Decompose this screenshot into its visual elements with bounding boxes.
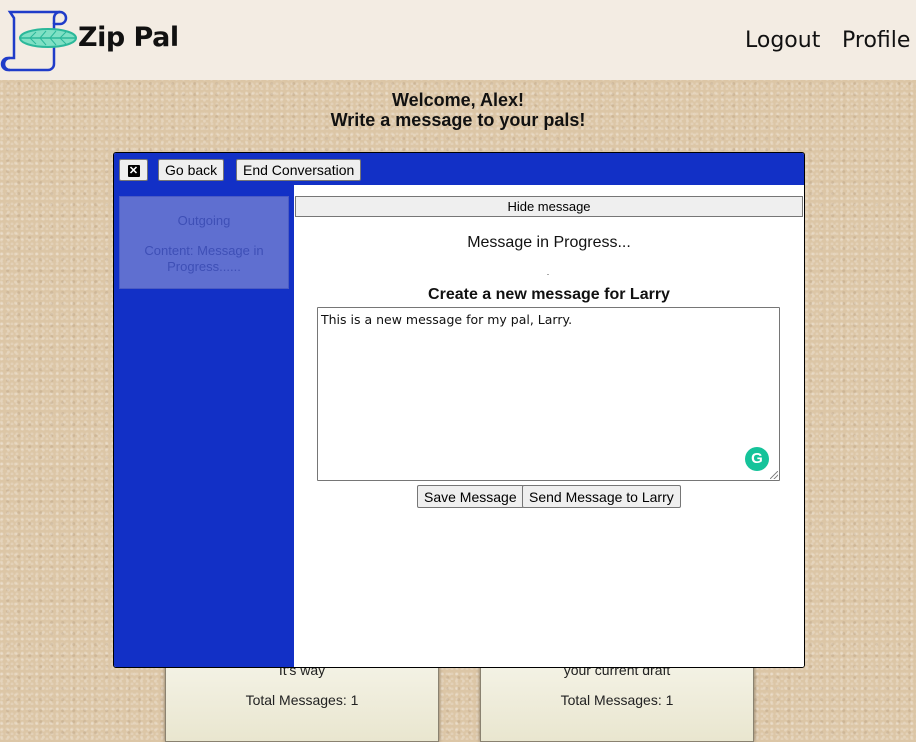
conversation-sidebar: Outgoing Content: Message in Progress...… [114, 185, 294, 667]
card-total-messages: Total Messages: 1 [245, 692, 359, 708]
welcome-subheading: Write a message to your pals! [330, 110, 586, 130]
send-message-button[interactable]: Send Message to Larry [522, 485, 681, 508]
message-preview: Content: Message in Progress...... [144, 243, 264, 274]
create-message-title: Create a new message for Larry [428, 286, 670, 303]
card-total-messages: Total Messages: 1 [560, 692, 674, 708]
divider-dot [547, 274, 549, 275]
welcome-heading: Welcome, Alex! [391, 90, 525, 110]
logout-link[interactable]: Logout [745, 28, 820, 53]
save-message-button[interactable]: Save Message [417, 485, 524, 508]
modal-toolbar: ✕ Go back End Conversation [114, 153, 804, 185]
end-conversation-button[interactable]: End Conversation [236, 159, 362, 181]
message-editor-panel: Hide message Message in Progress... Crea… [294, 185, 804, 667]
message-direction: Outgoing [177, 213, 231, 228]
message-textarea[interactable]: This is a new message for my pal, Larry. [317, 307, 780, 481]
message-status: Message in Progress... [467, 234, 631, 251]
profile-link[interactable]: Profile [842, 28, 910, 53]
top-nav-bar: Zip Pal Logout Profile [0, 0, 916, 80]
conversation-list-item[interactable]: Outgoing Content: Message in Progress...… [119, 196, 289, 289]
close-button[interactable]: ✕ [119, 159, 148, 181]
resize-handle-icon[interactable] [770, 471, 778, 479]
scroll-quill-logo-icon[interactable] [0, 4, 80, 76]
grammarly-icon[interactable]: G [745, 447, 769, 471]
close-icon: ✕ [127, 165, 140, 178]
go-back-button[interactable]: Go back [158, 159, 225, 181]
hide-message-button[interactable]: Hide message [295, 196, 803, 217]
brand-name: Zip Pal [78, 22, 179, 53]
conversation-modal: ✕ Go back End Conversation Outgoing Cont… [113, 152, 805, 668]
